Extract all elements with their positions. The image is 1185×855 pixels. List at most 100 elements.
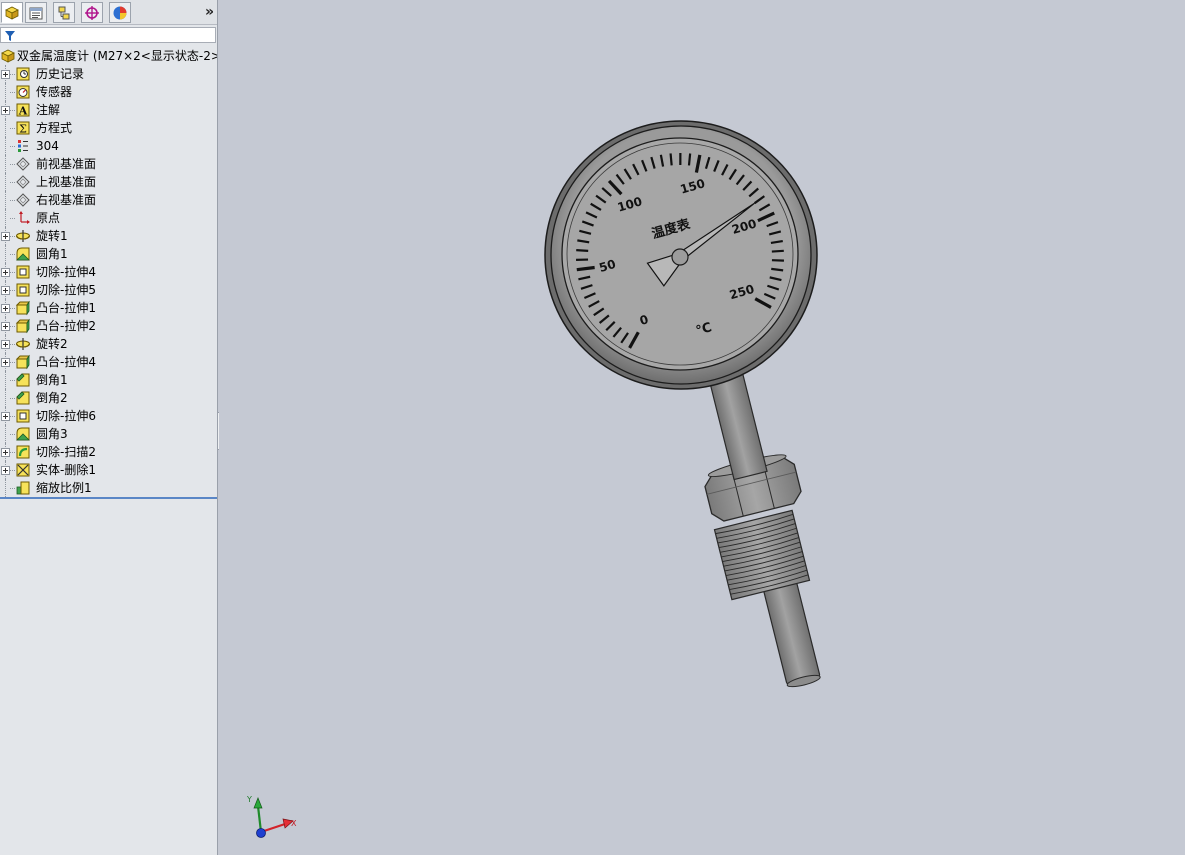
filter-input[interactable]	[0, 27, 216, 43]
expand-toggle-icon[interactable]	[1, 412, 10, 421]
more-tabs-button[interactable]: »	[205, 3, 214, 21]
feature-tree: 双金属温度计 (M27×2<显示状态-2> 历史记录传感器 A 注解 Σ 方程式 304 前视…	[0, 47, 217, 499]
feature-tree-item-label: 传感器	[36, 85, 73, 99]
tree-guide-line	[5, 389, 6, 407]
feature-tree-item[interactable]: 右视基准面	[0, 191, 217, 209]
feature-tree-item[interactable]: 传感器	[0, 83, 217, 101]
dimxpertmanager-tab[interactable]	[81, 2, 103, 23]
propertymanager-tab[interactable]	[25, 2, 47, 23]
expand-toggle-icon[interactable]	[1, 304, 10, 313]
feature-tree-item-label: 历史记录	[36, 67, 85, 81]
tree-guide-line	[5, 155, 6, 173]
feature-tree-item[interactable]: 切除-拉伸5	[0, 281, 217, 299]
origin-icon	[15, 210, 31, 226]
feature-tree-item-label: 前视基准面	[36, 157, 97, 171]
feature-tree-item[interactable]: 缩放比例1	[0, 479, 217, 497]
x-axis-label: X	[291, 819, 297, 828]
feature-tree-item[interactable]: 上视基准面	[0, 173, 217, 191]
tree-guide-line	[5, 83, 6, 101]
graphics-area[interactable]: 0 50 100 150 200 250 温度表 ℃ Y X	[219, 0, 1185, 855]
boss-extrude-icon	[15, 300, 31, 316]
feature-tree-item[interactable]: 前视基准面	[0, 155, 217, 173]
feature-tree-item-label: 切除-拉伸4	[36, 265, 96, 279]
feature-tree-item[interactable]: 凸台-拉伸4	[0, 353, 217, 371]
dial-tick	[771, 249, 784, 253]
chamfer-icon	[15, 390, 31, 406]
feature-tree-item-label: 右视基准面	[36, 193, 97, 207]
feature-tree-item-label: 实体-删除1	[36, 463, 96, 477]
cut-extrude-icon	[15, 408, 31, 424]
feature-tree-item[interactable]: 切除-扫描2	[0, 443, 217, 461]
expand-toggle-icon[interactable]	[1, 232, 10, 241]
feature-tree-item[interactable]: 切除-拉伸4	[0, 263, 217, 281]
feature-tree-item-label: 切除-扫描2	[36, 445, 96, 459]
part-icon	[5, 6, 19, 20]
revolve-icon	[15, 336, 31, 352]
feature-tree-item[interactable]: 历史记录	[0, 65, 217, 83]
rollback-bar[interactable]	[0, 497, 217, 499]
scale-icon	[15, 480, 31, 496]
expand-toggle-icon[interactable]	[1, 106, 10, 115]
expand-toggle-icon[interactable]	[1, 70, 10, 79]
plane-icon	[15, 192, 31, 208]
part-icon	[0, 48, 16, 64]
feature-tree-item[interactable]: 旋转2	[0, 335, 217, 353]
axis-triad[interactable]: Y X	[241, 790, 301, 845]
expand-toggle-icon[interactable]	[1, 358, 10, 367]
pointer-hub	[671, 248, 689, 266]
fillet-icon	[15, 426, 31, 442]
expand-toggle-icon[interactable]	[1, 448, 10, 457]
feature-tree-item[interactable]: 原点	[0, 209, 217, 227]
dimxpert-icon	[85, 5, 99, 20]
feature-tree-item[interactable]: A 注解	[0, 101, 217, 119]
feature-tree-item-label: 凸台-拉伸1	[36, 301, 96, 315]
expand-toggle-icon[interactable]	[1, 466, 10, 475]
cut-sweep-icon	[15, 444, 31, 460]
expand-toggle-icon[interactable]	[1, 322, 10, 331]
configuration-icon	[58, 6, 70, 19]
tree-guide-line	[5, 137, 6, 155]
feature-tree-item[interactable]: 旋转1	[0, 227, 217, 245]
tree-root-part[interactable]: 双金属温度计 (M27×2<显示状态-2>	[0, 47, 217, 65]
expand-toggle-icon[interactable]	[1, 340, 10, 349]
material-icon	[15, 138, 31, 154]
feature-tree-item[interactable]: 实体-删除1	[0, 461, 217, 479]
feature-tree-item[interactable]: 304	[0, 137, 217, 155]
delete-body-icon	[15, 462, 31, 478]
thermometer-model[interactable]: 050100150200250 温度表 ℃	[219, 0, 1185, 855]
equation-icon: Σ	[15, 120, 31, 136]
feature-manager-panel: » 双金属温度计 (M27×2<显示状态-2> 历史记录传感器 A 注解 Σ 方程式 304…	[0, 0, 218, 855]
display-manager-icon	[113, 6, 127, 19]
feature-tree-item-label: 旋转1	[36, 229, 68, 243]
expand-toggle-icon[interactable]	[1, 268, 10, 277]
expand-toggle-icon[interactable]	[1, 286, 10, 295]
feature-tree-item-label: 方程式	[36, 121, 73, 135]
feature-tree-item[interactable]: 凸台-拉伸2	[0, 317, 217, 335]
feature-tree-item[interactable]: 凸台-拉伸1	[0, 299, 217, 317]
feature-tree-item[interactable]: 倒角2	[0, 389, 217, 407]
configurationmanager-tab[interactable]	[53, 2, 75, 23]
tree-filter	[0, 26, 217, 44]
feature-tree-item[interactable]: 圆角1	[0, 245, 217, 263]
featuremanager-tab[interactable]	[1, 2, 23, 23]
displaymanager-tab[interactable]	[109, 2, 131, 23]
feature-tree-item-label: 凸台-拉伸4	[36, 355, 96, 369]
feature-tree-item[interactable]: 倒角1	[0, 371, 217, 389]
svg-text:Σ: Σ	[19, 123, 27, 136]
manager-tab-bar: »	[0, 0, 217, 25]
tree-guide-line	[5, 479, 6, 497]
tree-guide-line	[5, 173, 6, 191]
feature-tree-item[interactable]: 切除-拉伸6	[0, 407, 217, 425]
feature-tree-item[interactable]: Σ 方程式	[0, 119, 217, 137]
feature-tree-item[interactable]: 圆角3	[0, 425, 217, 443]
svg-text:A: A	[18, 105, 28, 118]
feature-tree-item-label: 注解	[36, 103, 61, 117]
revolve-icon	[15, 228, 31, 244]
dial-tick	[687, 153, 692, 166]
property-icon	[29, 7, 43, 19]
feature-tree-item-label: 倒角2	[36, 391, 68, 405]
filter-icon[interactable]	[4, 30, 16, 42]
tree-guide-line	[5, 425, 6, 443]
feature-tree-item-label: 切除-拉伸5	[36, 283, 96, 297]
feature-tree-item-label: 上视基准面	[36, 175, 97, 189]
